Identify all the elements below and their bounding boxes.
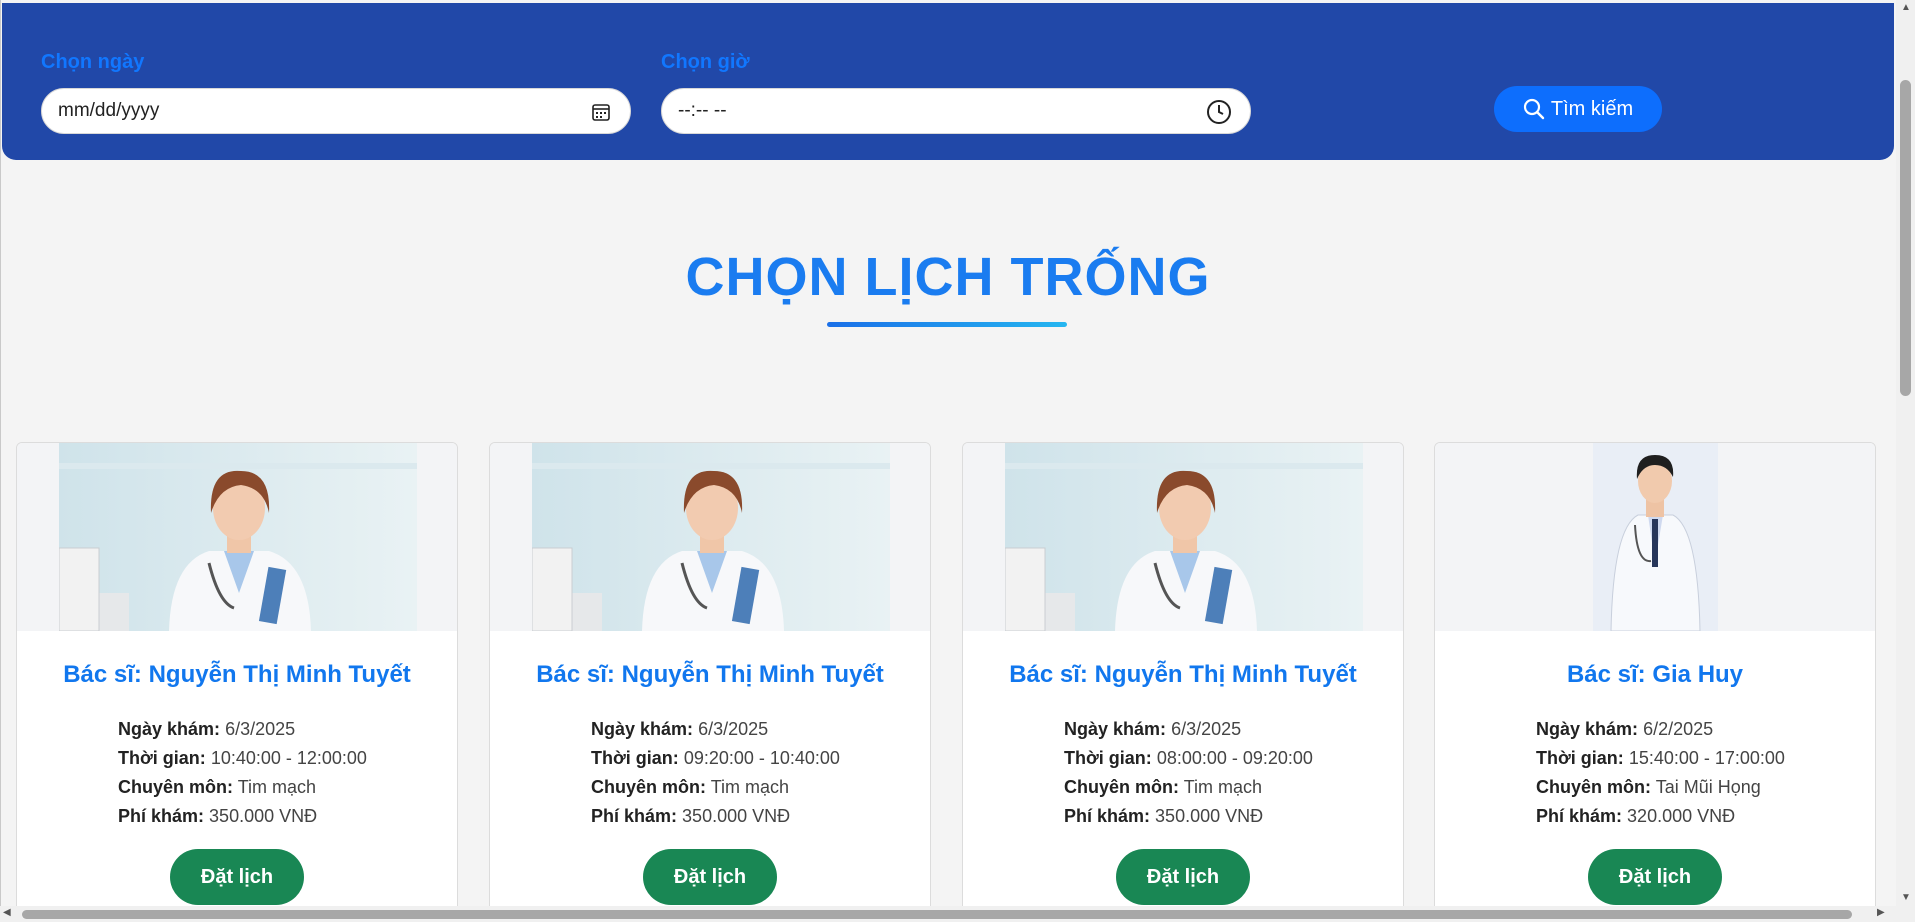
horizontal-scrollbar[interactable]: ◀ ▶ [0, 906, 1915, 922]
female-doctor-image [532, 443, 890, 631]
fee-value: 350.000 VNĐ [682, 806, 791, 826]
female-doctor-image [1005, 443, 1363, 631]
doctor-photo [17, 443, 457, 631]
scroll-down-arrow-icon[interactable]: ▼ [1901, 892, 1911, 903]
specialty-value: Tim mạch [710, 777, 790, 797]
book-button[interactable]: Đặt lịch [1588, 849, 1722, 905]
book-button[interactable]: Đặt lịch [643, 849, 777, 905]
time-input[interactable]: --:-- -- [661, 88, 1251, 134]
time-field-label: Thời gian: [118, 748, 206, 768]
specialty-value: Tim mạch [1183, 777, 1263, 797]
doctor-name: Bác sĩ: Nguyễn Thị Minh Tuyết [63, 661, 411, 688]
specialty-field-label: Chuyên môn: [1536, 777, 1651, 797]
doctor-name: Bác sĩ: Gia Huy [1566, 661, 1744, 688]
time-value: 09:20:00 - 10:40:00 [683, 748, 840, 768]
specialty-field-label: Chuyên môn: [118, 777, 233, 797]
doctor-photo [963, 443, 1403, 631]
page-title: CHỌN LỊCH TRỐNG [685, 247, 1211, 307]
doctor-photo [1435, 443, 1875, 631]
doctor-name: Bác sĩ: Nguyễn Thị Minh Tuyết [536, 661, 884, 688]
date-field-label: Ngày khám: [1064, 719, 1167, 739]
search-bar: Chọn ngày mm/dd/yyyy Chọn giờ --:-- -- T… [2, 3, 1894, 160]
page: Chọn ngày mm/dd/yyyy Chọn giờ --:-- -- T… [0, 0, 1896, 906]
time-value: 10:40:00 - 12:00:00 [210, 748, 367, 768]
calendar-icon[interactable] [590, 101, 612, 123]
search-button-label: Tìm kiếm [1550, 97, 1634, 120]
book-button[interactable]: Đặt lịch [1116, 849, 1250, 905]
schedule-info: Ngày khám: 6/2/2025 Thời gian: 15:40:00 … [1536, 715, 1785, 831]
doctor-name: Bác sĩ: Nguyễn Thị Minh Tuyết [1009, 661, 1357, 688]
time-label: Chọn giờ [661, 51, 750, 73]
time-value: 08:00:00 - 09:20:00 [1156, 748, 1313, 768]
specialty-field-label: Chuyên môn: [591, 777, 706, 797]
specialty-value: Tim mạch [237, 777, 317, 797]
time-field-label: Thời gian: [1536, 748, 1624, 768]
fee-field-label: Phí khám: [591, 806, 678, 826]
date-value: 6/3/2025 [698, 719, 769, 739]
doctor-card: Bác sĩ: Nguyễn Thị Minh Tuyết Ngày khám:… [962, 442, 1404, 906]
date-label: Chọn ngày [41, 51, 145, 73]
fee-value: 350.000 VNĐ [209, 806, 318, 826]
fee-value: 350.000 VNĐ [1155, 806, 1264, 826]
title-underline [827, 322, 1067, 327]
time-input-value: --:-- -- [678, 100, 727, 121]
doctor-photo [490, 443, 930, 631]
time-field-label: Thời gian: [591, 748, 679, 768]
search-button[interactable]: Tìm kiếm [1494, 86, 1662, 132]
schedule-info: Ngày khám: 6/3/2025 Thời gian: 10:40:00 … [118, 715, 367, 831]
date-input-value: mm/dd/yyyy [58, 100, 160, 121]
doctor-card: Bác sĩ: Gia Huy Ngày khám: 6/2/2025 Thời… [1434, 442, 1876, 906]
scroll-left-arrow-icon[interactable]: ◀ [3, 907, 11, 918]
scroll-up-arrow-icon[interactable]: ▲ [1901, 2, 1911, 13]
fee-field-label: Phí khám: [1536, 806, 1623, 826]
doctor-card: Bác sĩ: Nguyễn Thị Minh Tuyết Ngày khám:… [16, 442, 458, 906]
specialty-value: Tai Mũi Họng [1655, 777, 1761, 797]
scroll-right-arrow-icon[interactable]: ▶ [1877, 907, 1885, 918]
fee-field-label: Phí khám: [118, 806, 205, 826]
vertical-scrollbar-thumb[interactable] [1900, 80, 1911, 396]
search-icon [1523, 98, 1545, 120]
horizontal-scrollbar-thumb[interactable] [22, 910, 1852, 919]
date-value: 6/2/2025 [1643, 719, 1714, 739]
time-field-label: Thời gian: [1064, 748, 1152, 768]
date-field-label: Ngày khám: [1536, 719, 1639, 739]
fee-field-label: Phí khám: [1064, 806, 1151, 826]
date-field-label: Ngày khám: [591, 719, 694, 739]
female-doctor-image [59, 443, 417, 631]
schedule-info: Ngày khám: 6/3/2025 Thời gian: 08:00:00 … [1064, 715, 1313, 831]
time-value: 15:40:00 - 17:00:00 [1628, 748, 1785, 768]
date-value: 6/3/2025 [1171, 719, 1242, 739]
clock-icon[interactable] [1206, 99, 1232, 125]
page-border [0, 0, 1, 906]
date-field-label: Ngày khám: [118, 719, 221, 739]
date-input[interactable]: mm/dd/yyyy [41, 88, 631, 134]
vertical-scrollbar[interactable]: ▲ ▼ [1896, 0, 1915, 906]
specialty-field-label: Chuyên môn: [1064, 777, 1179, 797]
doctor-card: Bác sĩ: Nguyễn Thị Minh Tuyết Ngày khám:… [489, 442, 931, 906]
date-value: 6/3/2025 [225, 719, 296, 739]
fee-value: 320.000 VNĐ [1627, 806, 1736, 826]
schedule-info: Ngày khám: 6/3/2025 Thời gian: 09:20:00 … [591, 715, 840, 831]
book-button[interactable]: Đặt lịch [170, 849, 304, 905]
male-doctor-image [1593, 443, 1718, 631]
